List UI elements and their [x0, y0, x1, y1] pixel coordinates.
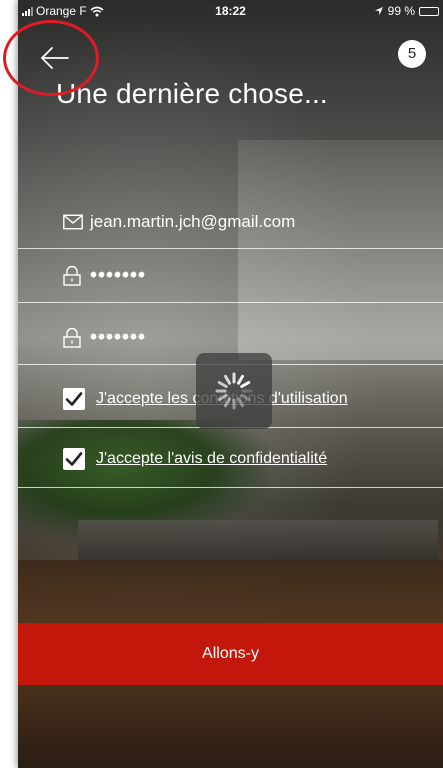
- password-value: •••••••: [90, 264, 147, 287]
- spinner-spoke: [224, 374, 231, 385]
- spinner-spoke: [237, 374, 244, 385]
- privacy-checkbox[interactable]: [63, 447, 85, 470]
- check-icon: [65, 451, 83, 466]
- step-badge: 5: [398, 40, 426, 68]
- back-button[interactable]: [38, 44, 72, 72]
- spinner-spoke: [240, 381, 251, 388]
- status-bar: Orange F 18:22 99 %: [18, 0, 443, 22]
- lock-icon: [63, 328, 81, 348]
- terms-checkbox[interactable]: [63, 387, 85, 410]
- battery-icon: [419, 6, 439, 16]
- privacy-link[interactable]: J'accepte l'avis de confidentialité: [96, 450, 327, 468]
- privacy-row: J'accepte l'avis de confidentialité: [18, 430, 443, 488]
- spinner-spoke: [240, 394, 251, 401]
- battery-percent: 99 %: [387, 4, 415, 18]
- check-icon: [65, 391, 83, 406]
- password-field[interactable]: •••••••: [18, 250, 443, 303]
- email-value: jean.martin.jch@gmail.com: [90, 212, 296, 231]
- spinner-spoke: [237, 397, 244, 408]
- page-title: Une dernière chose...: [56, 78, 328, 109]
- location-arrow-icon: [374, 7, 383, 15]
- spinner-icon: [215, 372, 253, 410]
- spinner-spoke: [217, 381, 228, 388]
- password-confirm-value: •••••••: [90, 326, 147, 349]
- spinner-spoke: [224, 397, 231, 408]
- spinner-spoke: [217, 394, 228, 401]
- email-field[interactable]: jean.martin.jch@gmail.com: [18, 196, 443, 249]
- back-arrow-icon: [40, 47, 69, 69]
- screen: Orange F 18:22 99 % 5 Une dernière chose…: [18, 0, 443, 768]
- mail-icon: [63, 214, 83, 230]
- background-counter: [78, 520, 438, 565]
- submit-button[interactable]: Allons-y: [18, 623, 443, 685]
- lock-icon: [63, 266, 81, 286]
- loading-spinner: [196, 353, 272, 429]
- status-right: 99 %: [374, 4, 439, 18]
